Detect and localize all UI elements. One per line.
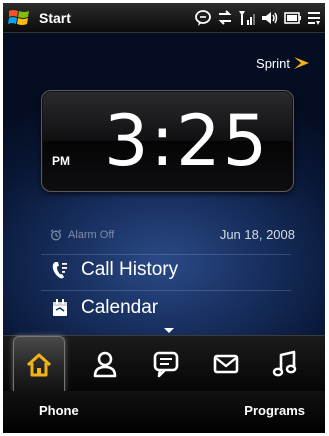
phone-screen: Start Sprint PM 3:25 Alarm Off Jun 18, 2… [3,3,325,433]
envelope-icon [213,354,239,374]
tab-music[interactable] [259,336,311,392]
sprint-wing-icon [294,57,309,69]
tab-bar [3,335,325,392]
battery-icon[interactable] [284,9,302,27]
person-icon [93,351,117,378]
divider [41,290,291,291]
status-icons [194,9,321,27]
calendar-label: Calendar [81,297,159,318]
alarm-clock-icon [50,229,62,241]
home-icon [26,353,52,376]
home-panel: Sprint PM 3:25 Alarm Off Jun 18, 2008 Ca… [3,33,325,335]
divider [41,254,291,255]
clock-ampm: PM [52,154,70,168]
status-bar: Start [3,3,325,33]
calendar-icon [53,299,67,316]
tab-messages[interactable] [140,336,192,392]
volume-icon[interactable] [261,9,279,27]
start-label[interactable]: Start [39,10,71,26]
clock-time: 3:25 [104,100,270,182]
date-label: Jun 18, 2008 [219,227,295,242]
call-history-label: Call History [81,259,179,280]
tab-home[interactable] [13,336,65,392]
sms-icon [153,351,179,378]
alarm-status[interactable]: Alarm Off [50,229,114,241]
windows-logo-icon[interactable] [8,8,30,28]
calendar-item[interactable]: Calendar [51,297,158,319]
clock-widget[interactable]: PM 3:25 [41,90,294,192]
phone-softkey[interactable]: Phone [39,403,79,418]
softkey-bar: Phone Programs [3,391,325,433]
alarm-label: Alarm Off [68,229,115,241]
programs-softkey[interactable]: Programs [244,403,305,418]
call-history-icon [52,262,67,279]
music-note-icon [272,350,297,377]
data-sync-icon[interactable] [217,9,233,27]
call-history-item[interactable]: Call History [51,259,178,281]
carrier-logo: Sprint [256,55,311,71]
message-icon[interactable] [194,9,212,27]
tab-email[interactable] [200,336,252,392]
menu-icon[interactable] [307,9,321,27]
tab-people[interactable] [79,336,131,392]
scroll-down-arrow-icon[interactable] [164,328,174,333]
signal-icon[interactable] [238,9,256,27]
carrier-name: Sprint [256,55,290,71]
